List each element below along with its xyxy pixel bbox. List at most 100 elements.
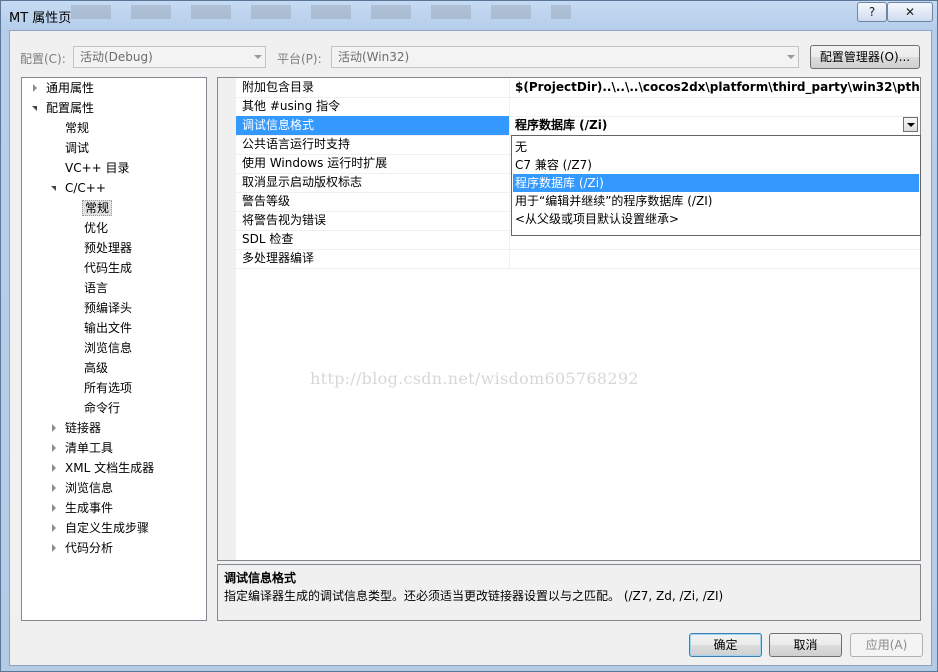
tree-item[interactable]: 常规 (82, 198, 113, 218)
property-row[interactable]: 附加包含目录 $(ProjectDir)..\..\..\cocos2dx\pla… (236, 78, 920, 98)
title-bar[interactable]: MT 属性页 ? ✕ (1, 1, 937, 29)
help-button[interactable]: ? (857, 2, 887, 22)
config-label: 配置(C): (20, 52, 66, 66)
description-text: 指定编译器生成的调试信息类型。还必须适当更改链接器设置以与之匹配。 (/Z7, … (224, 589, 724, 603)
tree-item-label: 通用属性 (46, 81, 95, 95)
background-window-ghost (71, 5, 571, 19)
tree-item[interactable]: 浏览信息 (82, 338, 134, 358)
dropdown-option[interactable]: 用于“编辑并继续”的程序数据库 (/ZI) (513, 192, 919, 210)
property-row[interactable]: 多处理器编译 (236, 249, 920, 269)
tree-item[interactable]: 高级 (82, 358, 110, 378)
property-name: 调试信息格式 (236, 116, 509, 135)
collapsed-triangle-icon[interactable] (52, 504, 56, 512)
close-button[interactable]: ✕ (887, 2, 933, 22)
property-value[interactable] (511, 97, 920, 116)
tree-item[interactable]: 通用属性 (33, 78, 96, 98)
collapsed-triangle-icon[interactable] (52, 484, 56, 492)
tree-item[interactable]: VC++ 目录 (63, 158, 132, 178)
tree-item[interactable]: C/C++ (51, 178, 108, 198)
apply-button[interactable]: 应用(A) (850, 633, 923, 657)
column-divider (509, 211, 510, 230)
tree-item[interactable]: 所有选项 (82, 378, 134, 398)
tree-item-label: 预编译头 (84, 301, 133, 315)
column-divider (509, 154, 510, 173)
tree-item-label: 所有选项 (84, 381, 133, 395)
tree-item[interactable]: 代码分析 (52, 538, 115, 558)
tree-item-label: 输出文件 (84, 321, 133, 335)
config-combo[interactable]: 活动(Debug) (73, 46, 266, 68)
property-row[interactable]: 其他 #using 指令 (236, 97, 920, 117)
property-value[interactable] (511, 249, 920, 268)
tree-item-label: 自定义生成步骤 (65, 521, 150, 535)
tree-item[interactable]: 预编译头 (82, 298, 134, 318)
tree-item-label: 预处理器 (84, 241, 133, 255)
tree-item-label: VC++ 目录 (65, 161, 130, 175)
tree-item-label: 高级 (84, 361, 109, 375)
tree-item[interactable]: 语言 (82, 278, 110, 298)
property-name: 使用 Windows 运行时扩展 (242, 156, 388, 170)
tree-item[interactable]: 调试 (63, 138, 91, 158)
collapsed-triangle-icon[interactable] (52, 444, 56, 452)
column-divider (509, 78, 510, 97)
tree-item[interactable]: 代码生成 (82, 258, 134, 278)
tree-item[interactable]: 自定义生成步骤 (52, 518, 151, 538)
collapsed-triangle-icon[interactable] (52, 524, 56, 532)
tree-item[interactable]: XML 文档生成器 (52, 458, 156, 478)
property-name: 取消显示启动版权标志 (242, 175, 363, 189)
tree-item-label: XML 文档生成器 (65, 461, 155, 475)
column-divider (509, 249, 510, 268)
tree-item[interactable]: 命令行 (82, 398, 122, 418)
dropdown-button[interactable] (903, 117, 918, 132)
platform-combo[interactable]: 活动(Win32) (331, 46, 799, 68)
collapsed-triangle-icon[interactable] (52, 544, 56, 552)
description-title: 调试信息格式 (224, 571, 297, 585)
tree-item-label: C/C++ (65, 181, 106, 195)
dropdown-option[interactable]: 无 (513, 138, 919, 156)
dropdown-option[interactable]: 程序数据库 (/Zi) (513, 174, 919, 192)
property-row[interactable]: 调试信息格式 程序数据库 (/Zi) (236, 116, 920, 136)
column-divider (509, 230, 510, 249)
property-value[interactable]: 程序数据库 (/Zi) (511, 116, 920, 135)
tree-item-label: 浏览信息 (84, 341, 133, 355)
property-name: SDL 检查 (242, 232, 294, 246)
tree-item-label: 代码分析 (65, 541, 114, 555)
description-panel: 调试信息格式 指定编译器生成的调试信息类型。还必须适当更改链接器设置以与之匹配。… (217, 564, 921, 621)
tree-item[interactable]: 清单工具 (52, 438, 115, 458)
property-name: 附加包含目录 (242, 80, 315, 94)
column-divider (509, 173, 510, 192)
collapsed-triangle-icon[interactable] (33, 84, 37, 92)
category-tree[interactable]: 通用属性 配置属性 常规 调试 VC++ 目录 C/C++ 常规 优化 预处理器 代码生成 语言 预编… (21, 77, 207, 621)
tree-item-label: 配置属性 (46, 101, 95, 115)
platform-label: 平台(P): (277, 52, 322, 66)
ok-button[interactable]: 确定 (689, 633, 762, 657)
tree-item[interactable]: 预处理器 (82, 238, 134, 258)
debug-format-dropdown-list[interactable]: 无 C7 兼容 (/Z7) 程序数据库 (/Zi) 用于“编辑并继续”的程序数据库 (… (511, 135, 921, 236)
tree-item[interactable]: 生成事件 (52, 498, 115, 518)
tree-item[interactable]: 输出文件 (82, 318, 134, 338)
property-value[interactable]: $(ProjectDir)..\..\..\cocos2dx\platform\… (511, 78, 920, 97)
tree-item[interactable]: 常规 (63, 118, 91, 138)
property-name: 公共语言运行时支持 (242, 137, 351, 151)
expanded-triangle-icon[interactable] (32, 106, 37, 111)
tree-item-label: 优化 (84, 221, 109, 235)
tree-item-label: 代码生成 (84, 261, 133, 275)
cancel-button[interactable]: 取消 (769, 633, 842, 657)
column-divider (509, 135, 510, 154)
chevron-down-icon (787, 55, 795, 59)
dialog-client-area: 配置(C): 活动(Debug) 平台(P): 活动(Win32) 配置管理器(… (9, 30, 932, 666)
dropdown-option[interactable]: C7 兼容 (/Z7) (513, 156, 919, 174)
tree-item-label: 常规 (82, 200, 113, 216)
tree-item-label: 命令行 (84, 401, 121, 415)
collapsed-triangle-icon[interactable] (52, 424, 56, 432)
dropdown-option[interactable]: <从父级或项目默认设置继承> (513, 210, 919, 228)
expanded-triangle-icon[interactable] (51, 186, 56, 191)
tree-item[interactable]: 浏览信息 (52, 478, 115, 498)
property-name: 其他 #using 指令 (242, 99, 341, 113)
collapsed-triangle-icon[interactable] (52, 464, 56, 472)
tree-item[interactable]: 优化 (82, 218, 110, 238)
tree-item[interactable]: 配置属性 (32, 98, 96, 118)
tree-item-label: 调试 (65, 141, 90, 155)
tree-item[interactable]: 链接器 (52, 418, 103, 438)
config-manager-button[interactable]: 配置管理器(O)... (810, 45, 920, 69)
tree-item-label: 清单工具 (65, 441, 114, 455)
